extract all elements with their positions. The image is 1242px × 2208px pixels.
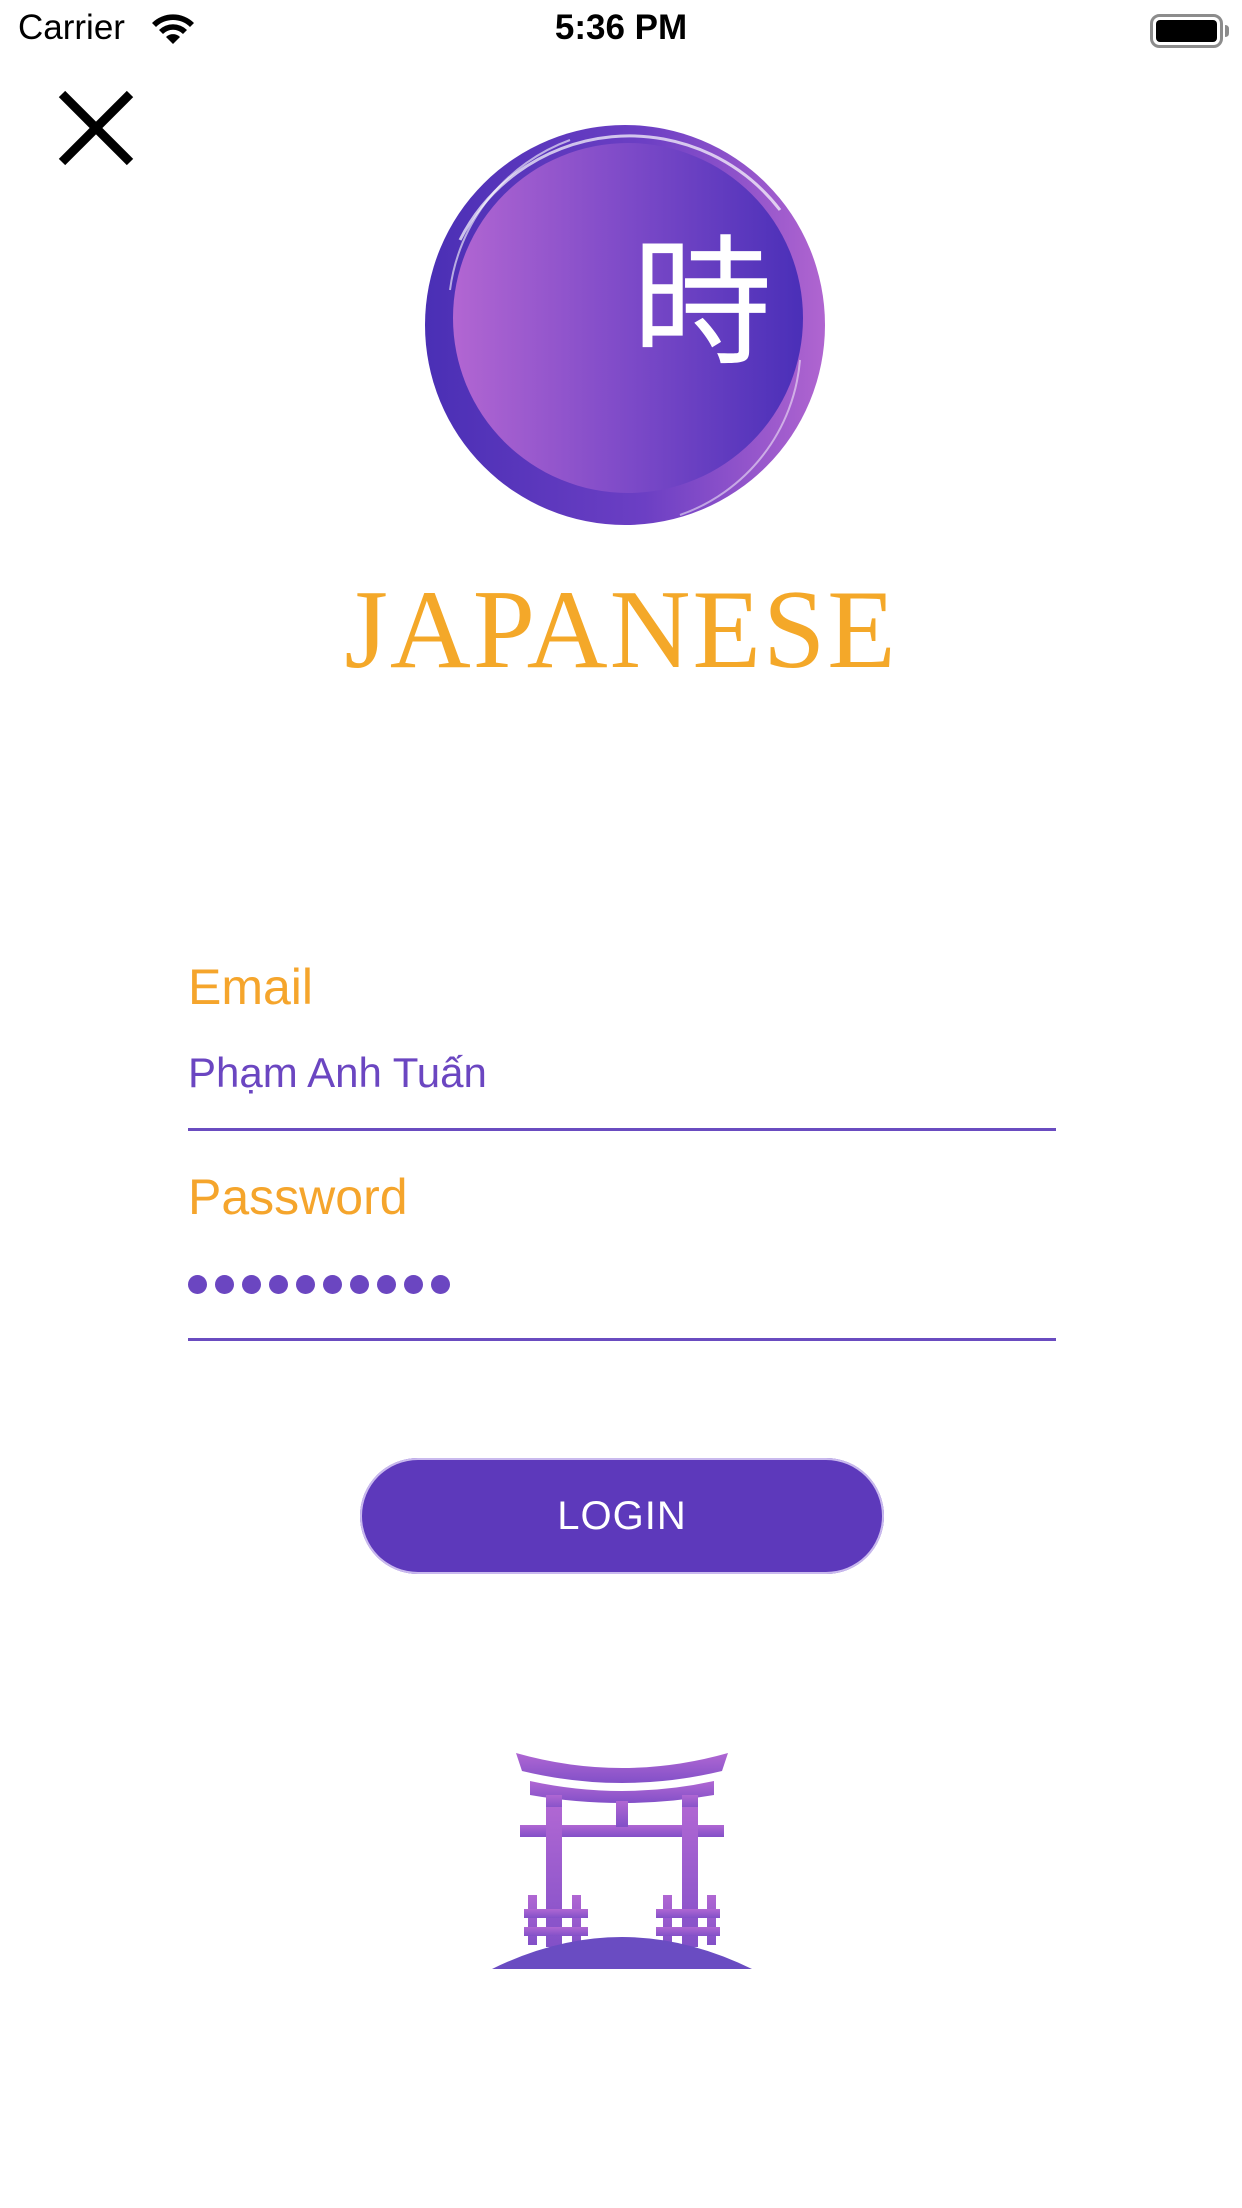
email-field-group: Email [188, 958, 1056, 1138]
app-logo: 時 [420, 120, 830, 530]
password-mask-dot [377, 1274, 396, 1294]
battery-full-icon [1150, 14, 1229, 48]
password-mask-dot [404, 1274, 423, 1294]
brand-title: JAPANESE [344, 568, 898, 692]
email-label: Email [188, 959, 314, 1015]
login-screen: Carrier 5:36 PM 時 JAPANESE Email Phạm An… [0, 0, 1242, 2208]
password-mask-dot [269, 1274, 288, 1294]
email-underline [188, 1128, 1056, 1131]
password-label: Password [188, 1169, 408, 1225]
logo-glyph: 時 [632, 223, 772, 386]
password-field[interactable] [188, 1264, 450, 1304]
torii-gate-icon [492, 1753, 752, 1969]
password-underline [188, 1338, 1056, 1341]
password-mask-dot [296, 1274, 315, 1294]
close-icon [58, 90, 134, 166]
password-mask-dot [215, 1274, 234, 1294]
password-mask-dot [431, 1274, 450, 1294]
status-time: 5:36 PM [554, 8, 688, 47]
status-bar: Carrier 5:36 PM [0, 0, 1242, 60]
email-field[interactable] [188, 1038, 1056, 1108]
login-button[interactable]: LOGIN [360, 1458, 884, 1574]
close-button[interactable] [50, 82, 140, 172]
password-mask-dot [188, 1274, 207, 1294]
password-mask-dot [242, 1274, 261, 1294]
password-mask-dot [323, 1274, 342, 1294]
password-field-group: Password [188, 1168, 1056, 1348]
password-mask-dot [350, 1274, 369, 1294]
